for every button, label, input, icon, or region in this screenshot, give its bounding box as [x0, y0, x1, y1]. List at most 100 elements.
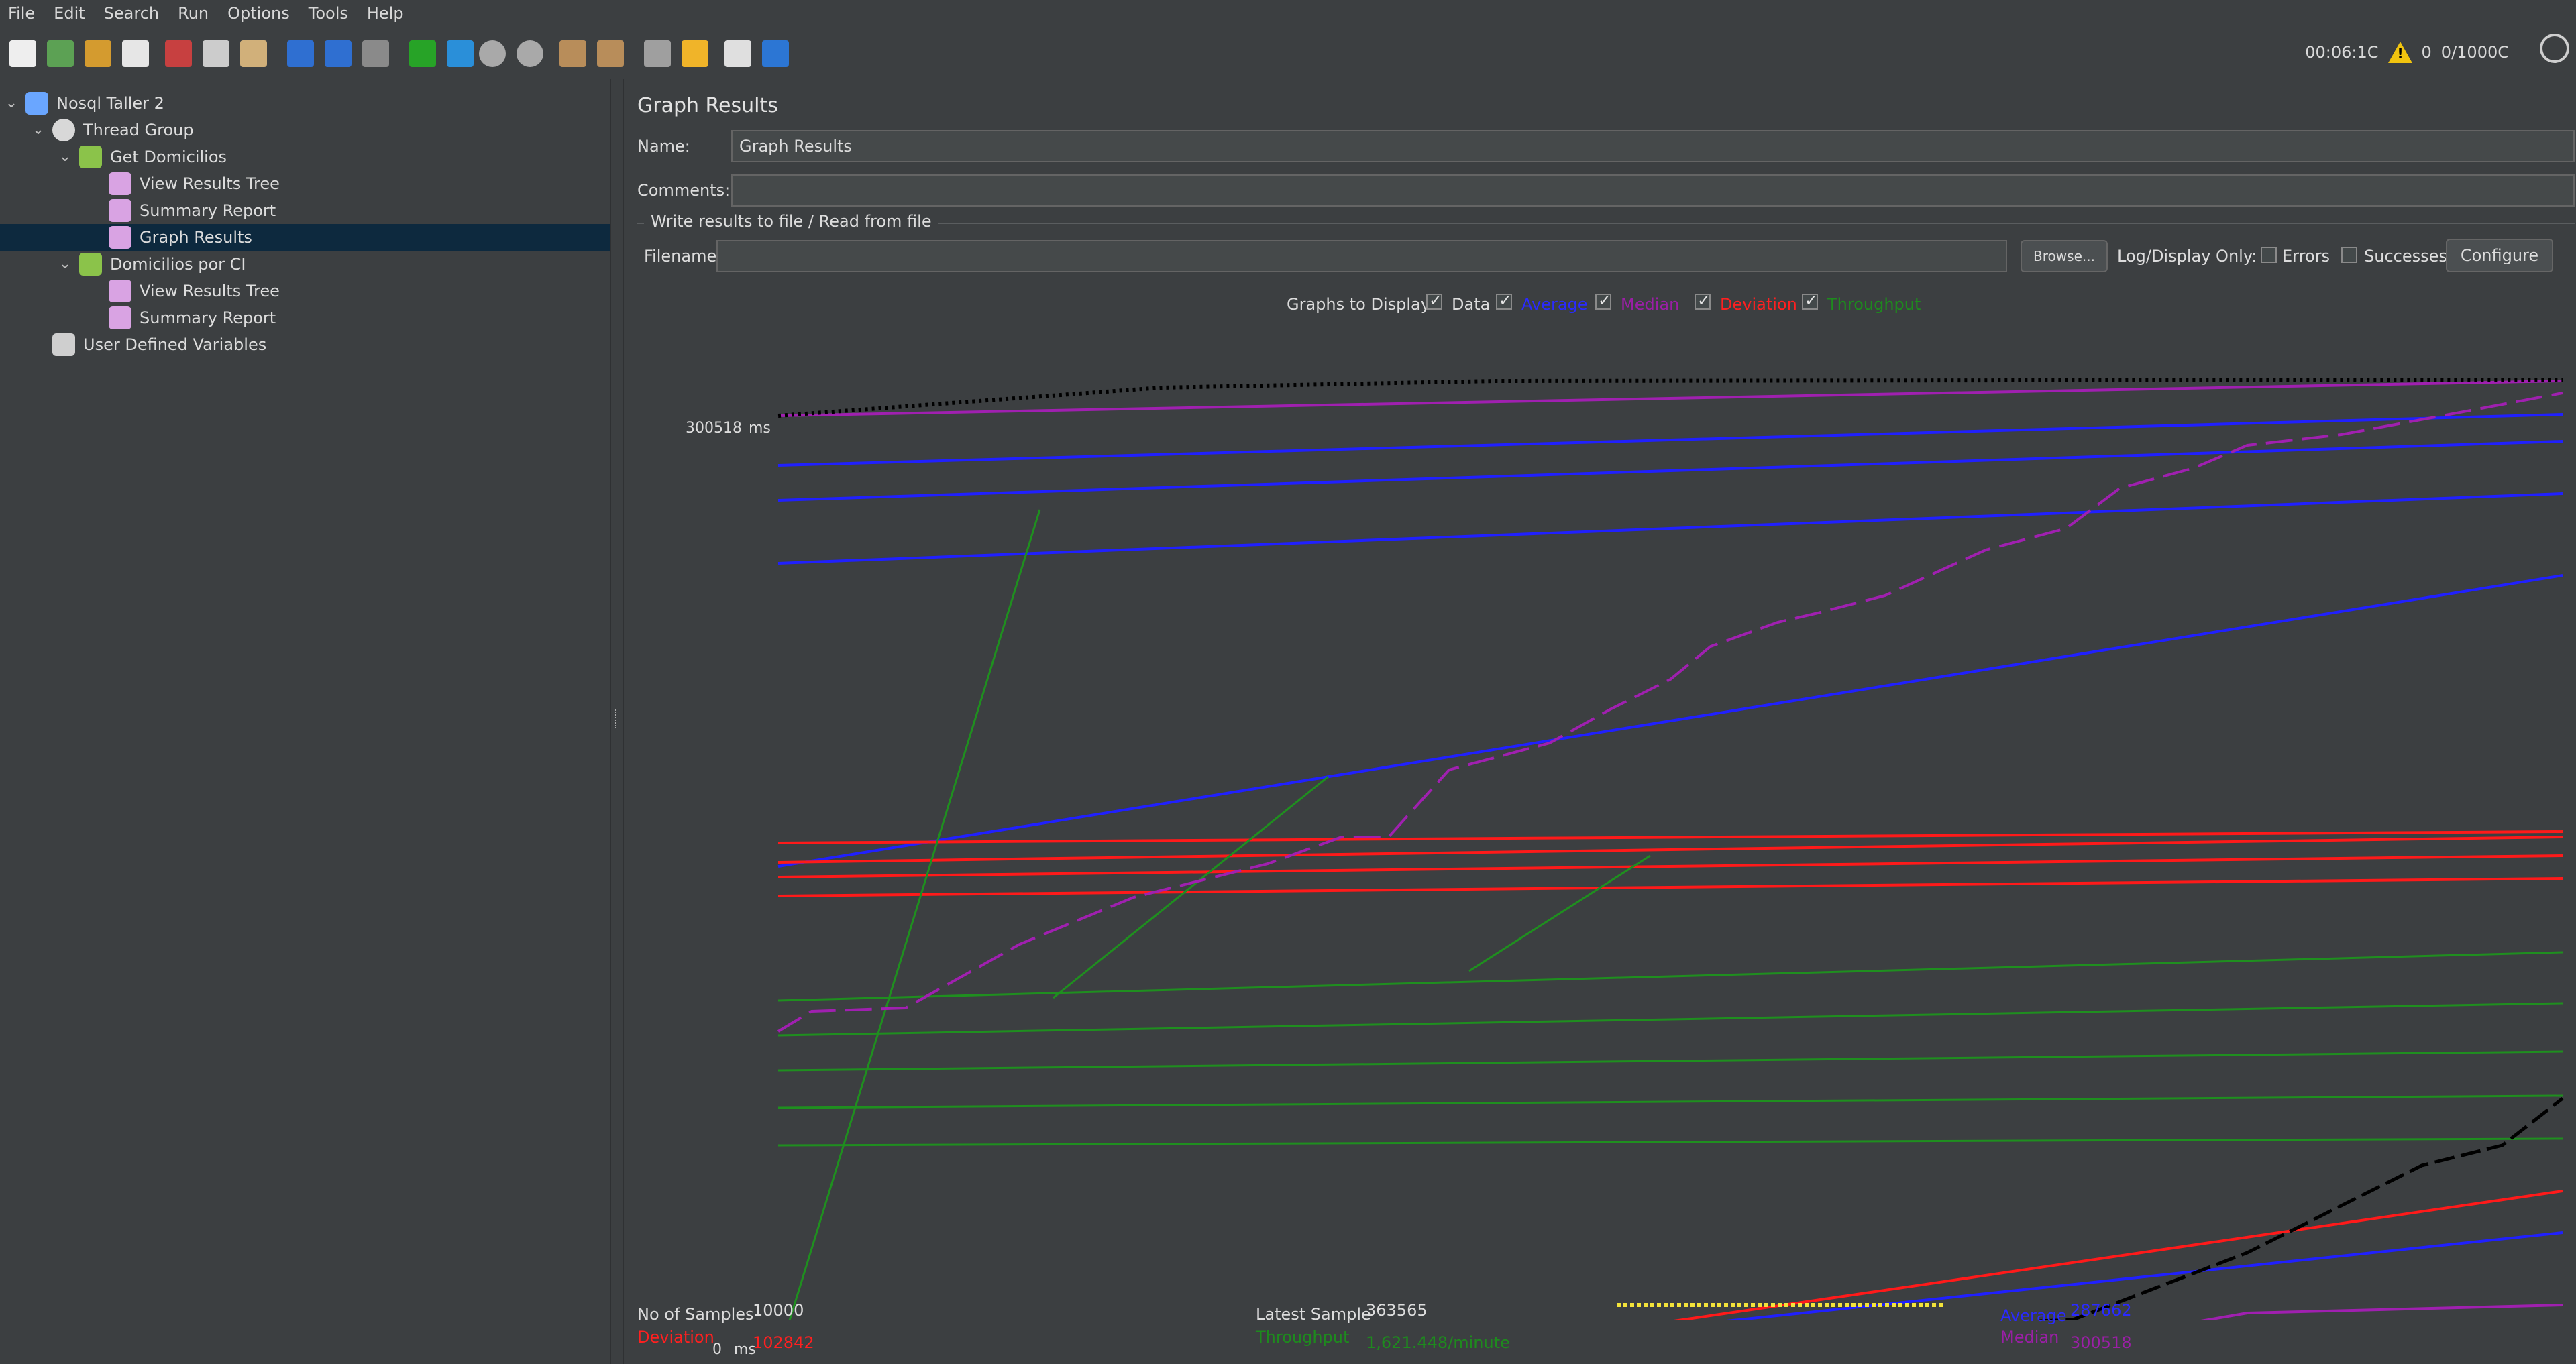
toggle-icon[interactable] — [362, 40, 389, 67]
new-icon[interactable] — [9, 40, 36, 67]
file-group-title: Write results to file / Read from file — [644, 212, 938, 231]
comments-field[interactable] — [731, 174, 2575, 207]
successes-checkbox[interactable] — [2341, 247, 2357, 263]
samples-value: 10000 — [753, 1301, 804, 1320]
thread-count: 0/1000C — [2440, 43, 2509, 62]
cut-icon[interactable] — [165, 40, 192, 67]
tree-label: View Results Tree — [140, 174, 280, 193]
configure-button[interactable]: Configure — [2446, 239, 2553, 272]
help-icon[interactable] — [762, 40, 789, 67]
toolbar — [0, 28, 2576, 78]
name-field[interactable]: Graph Results — [731, 130, 2575, 162]
tree-label: Get Domicilios — [110, 148, 227, 166]
test-plan-tree: ⌄ Nosql Taller 2 ⌄ Thread Group ⌄ Get Do… — [0, 79, 610, 1364]
graph-plot — [777, 378, 2564, 1363]
latest-sample-label: Latest Sample — [1256, 1305, 1371, 1324]
median-checkbox[interactable] — [1595, 291, 1611, 310]
average-stat-label: Average — [2000, 1306, 2067, 1325]
chevron-down-icon[interactable]: ⌄ — [31, 123, 46, 137]
average-checkbox[interactable] — [1496, 291, 1512, 310]
deviation-stat-value: 102842 — [753, 1333, 814, 1352]
tools-icon — [52, 333, 75, 356]
status-area: 00:06:1C 0 0/1000C — [2305, 42, 2509, 63]
filename-field[interactable] — [716, 240, 2007, 272]
plot-background — [778, 394, 2563, 1353]
graphs-to-display-label: Graphs to Display — [1287, 295, 1430, 314]
collapse-icon[interactable] — [325, 40, 352, 67]
tree-node-thread-group[interactable]: ⌄ Thread Group — [31, 117, 194, 144]
start-no-pauses-icon[interactable] — [447, 40, 474, 67]
tree-node-view-results-tree-2[interactable]: View Results Tree — [109, 278, 280, 304]
tree-label: User Defined Variables — [83, 335, 267, 354]
deviation-checkbox[interactable] — [1695, 291, 1711, 310]
deviation-label: Deviation — [1720, 295, 1797, 314]
latest-sample-value: 363565 — [1366, 1301, 1428, 1320]
tree-label: Domicilios por CI — [110, 255, 246, 274]
remote-globe-icon[interactable] — [2540, 34, 2569, 63]
start-icon[interactable] — [409, 40, 436, 67]
median-label: Median — [1621, 295, 1680, 314]
menu-help[interactable]: Help — [367, 4, 404, 23]
menu-search[interactable]: Search — [104, 4, 159, 23]
data-label: Data — [1452, 295, 1491, 314]
listener-icon — [109, 172, 131, 195]
tree-node-domicilios-por-ci[interactable]: ⌄ Domicilios por CI — [58, 251, 246, 278]
search-icon[interactable] — [644, 40, 671, 67]
tree-node-get-domicilios[interactable]: ⌄ Get Domicilios — [58, 144, 227, 170]
split-pane-divider[interactable] — [610, 79, 624, 1364]
tree-label: View Results Tree — [140, 282, 280, 300]
menu-options[interactable]: Options — [227, 4, 290, 23]
y-axis-max-label: 300518 — [686, 420, 742, 437]
tree-node-summary-report-2[interactable]: Summary Report — [109, 304, 276, 331]
throughput-stat-value: 1,621.448/minute — [1366, 1333, 1510, 1352]
paste-icon[interactable] — [240, 40, 267, 67]
tree-label: Thread Group — [83, 121, 194, 139]
tree-node-graph-results[interactable]: Graph Results — [0, 224, 610, 251]
gear-icon — [52, 119, 75, 141]
templates-icon[interactable] — [47, 40, 74, 67]
clear-all-icon[interactable] — [597, 40, 624, 67]
browse-button[interactable]: Browse... — [2021, 240, 2108, 272]
menu-tools[interactable]: Tools — [309, 4, 348, 23]
reset-search-icon[interactable] — [682, 40, 708, 67]
throughput-checkbox[interactable] — [1802, 291, 1818, 310]
chevron-down-icon[interactable]: ⌄ — [58, 257, 72, 272]
sampler-icon — [79, 146, 102, 168]
tree-node-view-results-tree-1[interactable]: View Results Tree — [109, 170, 280, 197]
chevron-down-icon[interactable]: ⌄ — [58, 150, 72, 164]
y-axis-max-unit: ms — [749, 420, 771, 437]
errors-checkbox[interactable] — [2261, 247, 2277, 263]
menu-file[interactable]: File — [8, 4, 35, 23]
clear-icon[interactable] — [559, 40, 586, 67]
chevron-down-icon[interactable]: ⌄ — [4, 96, 19, 111]
menu-bar: File Edit Search Run Options Tools Help — [0, 0, 2576, 27]
stop-icon[interactable] — [479, 40, 506, 67]
menu-run[interactable]: Run — [178, 4, 209, 23]
graph-results-panel: Graph Results Name: Graph Results Commen… — [624, 79, 2576, 1364]
throughput-label: Throughput — [1827, 295, 1921, 314]
data-checkbox[interactable] — [1426, 291, 1442, 310]
tree-node-summary-report-1[interactable]: Summary Report — [109, 197, 276, 224]
throughput-stat-label: Throughput — [1256, 1328, 1350, 1347]
name-field-value: Graph Results — [739, 137, 852, 156]
tree-node-testplan[interactable]: ⌄ Nosql Taller 2 — [4, 90, 164, 117]
open-icon[interactable] — [85, 40, 111, 67]
copy-icon[interactable] — [203, 40, 229, 67]
average-stat-value: 287662 — [2070, 1301, 2132, 1320]
menu-edit[interactable]: Edit — [54, 4, 85, 23]
average-label: Average — [1521, 295, 1588, 314]
save-icon[interactable] — [122, 40, 149, 67]
listener-icon — [109, 280, 131, 302]
tree-node-user-defined-variables[interactable]: User Defined Variables — [52, 331, 266, 358]
shutdown-icon[interactable] — [517, 40, 543, 67]
warning-icon[interactable] — [2387, 42, 2412, 63]
function-helper-icon[interactable] — [724, 40, 751, 67]
comments-label: Comments: — [637, 181, 731, 200]
sampler-icon — [79, 253, 102, 276]
tree-label: Nosql Taller 2 — [56, 94, 164, 113]
successes-label: Successes — [2364, 247, 2447, 266]
drag-handle[interactable] — [615, 709, 619, 728]
listener-icon — [109, 306, 131, 329]
expand-icon[interactable] — [287, 40, 314, 67]
error-count: 0 — [2421, 43, 2432, 62]
